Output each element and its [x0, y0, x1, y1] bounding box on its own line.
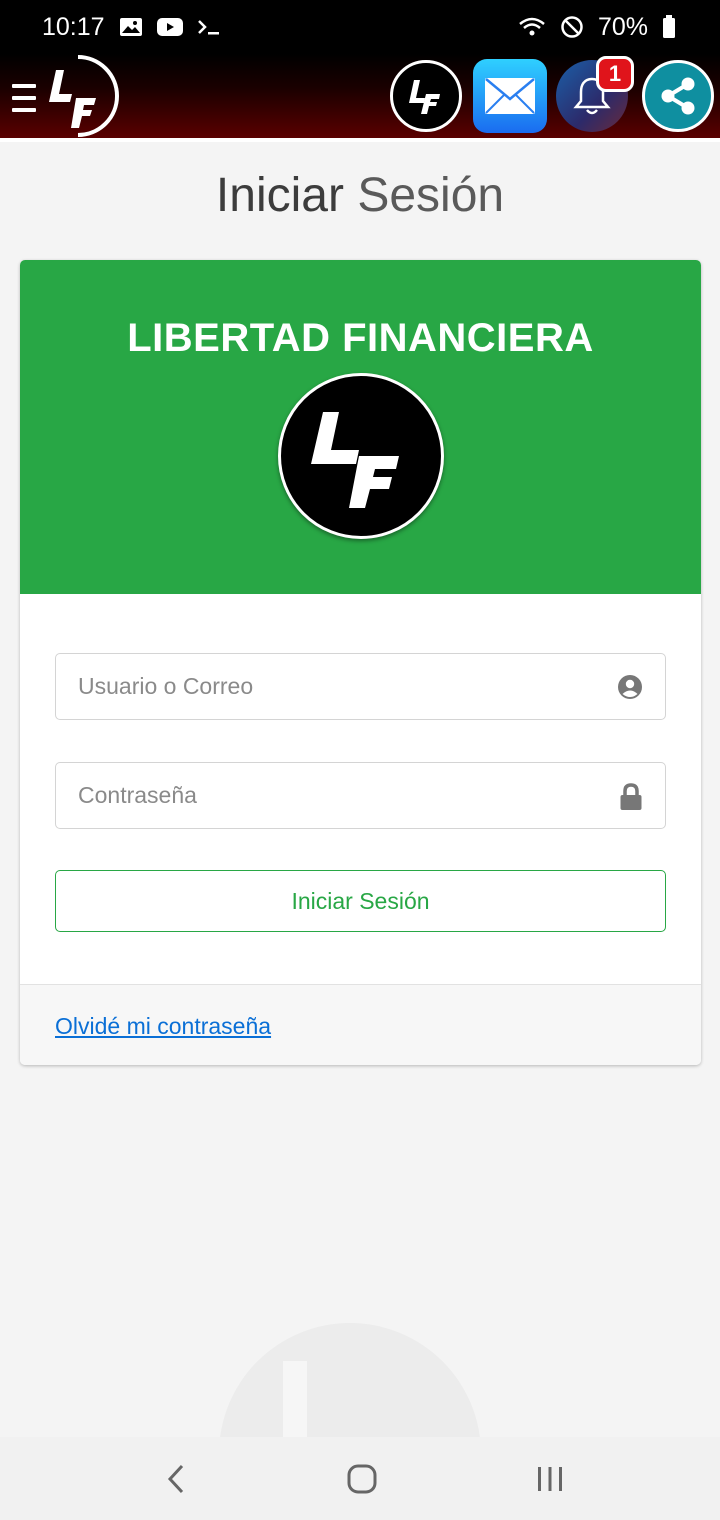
- battery-icon: [662, 15, 676, 39]
- user-circle-icon: [617, 674, 643, 705]
- battery-percent: 70%: [597, 12, 648, 41]
- youtube-icon: [156, 17, 183, 37]
- lf-logo-icon: [409, 80, 440, 114]
- clock: 10:17: [42, 12, 105, 41]
- header-lf-logo[interactable]: [42, 54, 122, 143]
- page-title-light: Sesión: [357, 169, 505, 222]
- username-field[interactable]: [55, 653, 666, 720]
- wifi-icon: [518, 16, 546, 38]
- share-icon: [661, 77, 695, 115]
- status-bar: 10:17 70%: [0, 0, 720, 54]
- page-title-bold: Iniciar: [215, 169, 344, 222]
- card-footer: Olvidé mi contraseña: [20, 984, 701, 1065]
- terminal-icon: [197, 17, 221, 37]
- lf-logo-button[interactable]: [390, 60, 462, 132]
- do-not-disturb-icon: [560, 15, 584, 39]
- login-button[interactable]: Iniciar Sesión: [55, 870, 666, 932]
- card-header: LIBERTAD FINANCIERA: [20, 260, 701, 594]
- share-button[interactable]: [642, 60, 714, 132]
- brand-logo: [278, 373, 444, 539]
- password-field[interactable]: [55, 762, 666, 829]
- hamburger-icon[interactable]: [12, 84, 36, 112]
- lock-icon: [619, 783, 643, 816]
- forgot-password-link[interactable]: Olvidé mi contraseña: [55, 1013, 271, 1040]
- notification-badge: 1: [596, 56, 634, 92]
- image-icon: [119, 17, 143, 37]
- password-input[interactable]: [78, 763, 598, 828]
- page-title: Iniciar Sesión: [0, 168, 720, 223]
- home-icon[interactable]: [302, 1437, 422, 1520]
- system-nav-bar: [0, 1437, 720, 1520]
- brand-title: LIBERTAD FINANCIERA: [127, 316, 594, 360]
- mail-button[interactable]: [473, 59, 547, 133]
- username-input[interactable]: [78, 654, 598, 719]
- mail-icon: [485, 78, 535, 114]
- back-icon[interactable]: [116, 1437, 236, 1520]
- recents-icon[interactable]: [490, 1437, 610, 1520]
- login-card: LIBERTAD FINANCIERA Iniciar Sesión: [20, 260, 701, 1065]
